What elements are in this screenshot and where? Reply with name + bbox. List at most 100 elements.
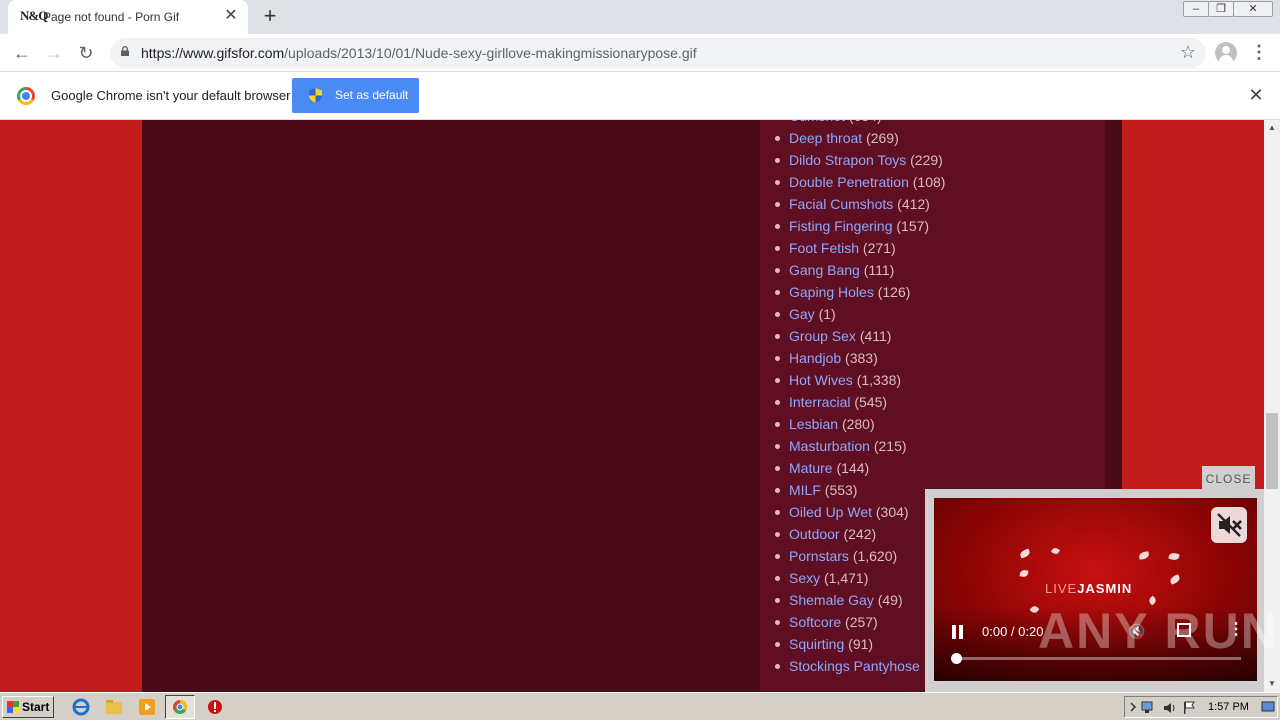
category-item: Oiled Up Wet (304) bbox=[774, 501, 945, 523]
folder-icon[interactable] bbox=[103, 697, 125, 717]
petal bbox=[1138, 551, 1150, 560]
restore-button[interactable]: ❐ bbox=[1208, 1, 1234, 17]
petal bbox=[1050, 546, 1061, 556]
category-link[interactable]: Foot Fetish bbox=[789, 240, 859, 256]
volume-icon[interactable] bbox=[1162, 700, 1178, 716]
category-count: (304) bbox=[875, 504, 909, 520]
minimize-button[interactable]: ‒ bbox=[1183, 1, 1209, 17]
category-link[interactable]: MILF bbox=[789, 482, 821, 498]
category-count: (383) bbox=[845, 350, 878, 366]
category-link[interactable]: Sexy bbox=[789, 570, 820, 586]
category-link[interactable]: Handjob bbox=[789, 350, 841, 366]
video-time: 0:00 / 0:20 bbox=[982, 624, 1044, 639]
url-text: https://www.gifsfor.com/uploads/2013/10/… bbox=[141, 45, 697, 61]
set-as-default-button[interactable]: Set as default bbox=[292, 78, 419, 113]
category-link[interactable]: Facial Cumshots bbox=[789, 196, 893, 212]
forward-button[interactable]: → bbox=[41, 40, 67, 66]
category-item: Stockings Pantyhose bbox=[774, 655, 945, 677]
category-link[interactable]: Softcore bbox=[789, 614, 841, 630]
category-count: (269) bbox=[866, 130, 899, 146]
petal bbox=[1168, 551, 1180, 562]
scrollbar-thumb[interactable] bbox=[1266, 413, 1278, 489]
category-link[interactable]: Interracial bbox=[789, 394, 850, 410]
new-tab-button[interactable]: + bbox=[259, 5, 281, 27]
category-count: (108) bbox=[912, 174, 946, 190]
category-link[interactable]: Shemale Gay bbox=[789, 592, 874, 608]
category-count: (144) bbox=[836, 460, 870, 476]
category-link[interactable]: Deep throat bbox=[789, 130, 862, 146]
scroll-up-icon[interactable]: ▲ bbox=[1264, 120, 1280, 136]
category-item: MILF (553) bbox=[774, 479, 945, 501]
category-count: (1,471) bbox=[824, 570, 869, 586]
category-link[interactable]: Mature bbox=[789, 460, 833, 476]
category-link[interactable]: Pornstars bbox=[789, 548, 849, 564]
category-count: (1,338) bbox=[856, 372, 902, 388]
opera-icon[interactable] bbox=[204, 697, 226, 717]
category-item: Gay (1) bbox=[774, 303, 945, 325]
window-close-button[interactable]: ✕ bbox=[1233, 1, 1273, 17]
start-label: Start bbox=[22, 700, 50, 714]
progress-knob[interactable] bbox=[951, 653, 962, 664]
pause-icon[interactable] bbox=[952, 625, 964, 639]
category-link[interactable]: Cumshot bbox=[789, 120, 845, 124]
tab-active[interactable]: N&Q Page not found - Porn Gif ✕ bbox=[8, 0, 248, 34]
category-link[interactable]: Hot Wives bbox=[789, 372, 853, 388]
category-link[interactable]: Oiled Up Wet bbox=[789, 504, 872, 520]
address-bar[interactable]: https://www.gifsfor.com/uploads/2013/10/… bbox=[110, 38, 1206, 68]
category-item: Group Sex (411) bbox=[774, 325, 945, 347]
brand-live-text: LIVE bbox=[1045, 581, 1078, 596]
category-item: Hot Wives (1,338) bbox=[774, 369, 945, 391]
reload-button[interactable]: ↻ bbox=[73, 40, 99, 66]
category-item: Lesbian (280) bbox=[774, 413, 945, 435]
scroll-down-icon[interactable]: ▼ bbox=[1264, 676, 1280, 692]
category-item: Mature (144) bbox=[774, 457, 945, 479]
tray-arrow-icon[interactable] bbox=[1129, 701, 1139, 713]
category-link[interactable]: Group Sex bbox=[789, 328, 856, 344]
chrome-taskbar-button[interactable] bbox=[165, 695, 195, 719]
infobar-close-icon[interactable]: ✕ bbox=[1247, 86, 1265, 104]
tab-close-icon[interactable]: ✕ bbox=[222, 7, 240, 25]
taskbar-clock: 1:57 PM bbox=[1208, 701, 1249, 713]
bookmark-star-icon[interactable]: ☆ bbox=[1180, 42, 1196, 63]
category-link[interactable]: Double Penetration bbox=[789, 174, 909, 190]
network-icon[interactable] bbox=[1140, 699, 1156, 715]
back-button[interactable]: ← bbox=[9, 40, 35, 66]
chrome-icon bbox=[173, 700, 187, 714]
action-center-flag-icon[interactable] bbox=[1181, 700, 1197, 716]
internet-explorer-icon[interactable] bbox=[70, 697, 92, 717]
category-link[interactable]: Masturbation bbox=[789, 438, 870, 454]
category-link[interactable]: Gang Bang bbox=[789, 262, 860, 278]
category-link[interactable]: Outdoor bbox=[789, 526, 840, 542]
category-link[interactable]: Lesbian bbox=[789, 416, 838, 432]
category-link[interactable]: Gay bbox=[789, 306, 815, 322]
category-link[interactable]: Squirting bbox=[789, 636, 844, 652]
category-count: (411) bbox=[859, 328, 892, 344]
category-list: Cumshot (634)Deep throat (269)Dildo Stra… bbox=[774, 120, 946, 677]
infobar-message: Google Chrome isn't your default browser bbox=[51, 88, 291, 103]
category-item: Double Penetration (108) bbox=[774, 171, 946, 193]
category-item: Handjob (383) bbox=[774, 347, 945, 369]
browser-menu-icon[interactable]: ⋮ bbox=[1250, 42, 1268, 64]
set-as-default-label: Set as default bbox=[335, 88, 409, 102]
category-item: Squirting (91) bbox=[774, 633, 945, 655]
show-desktop-icon[interactable] bbox=[1261, 701, 1275, 713]
category-link[interactable]: Dildo Strapon Toys bbox=[789, 152, 906, 168]
category-count: (257) bbox=[845, 614, 878, 630]
category-link[interactable]: Fisting Fingering bbox=[789, 218, 893, 234]
start-button[interactable]: Start bbox=[2, 696, 54, 718]
category-link[interactable]: Gaping Holes bbox=[789, 284, 874, 300]
category-item: Deep throat (269) bbox=[774, 127, 945, 149]
category-item: Fisting Fingering (157) bbox=[774, 215, 945, 237]
muted-speaker-icon[interactable] bbox=[1211, 507, 1247, 543]
category-count: (126) bbox=[877, 284, 911, 300]
livejasmin-logo: LIVEJASMIN bbox=[1045, 581, 1132, 596]
anyrun-watermark: ANY RUN bbox=[1038, 603, 1279, 659]
media-player-icon[interactable] bbox=[136, 697, 158, 717]
petal bbox=[1168, 574, 1182, 585]
profile-avatar-icon[interactable] bbox=[1215, 42, 1237, 64]
category-item: Interracial (545) bbox=[774, 391, 945, 413]
category-count: (545) bbox=[854, 394, 888, 410]
category-link[interactable]: Stockings Pantyhose bbox=[789, 658, 920, 674]
windows-taskbar: Start 1:57 PM bbox=[0, 692, 1280, 720]
tab-title: Page not found - Porn Gif bbox=[43, 10, 180, 24]
